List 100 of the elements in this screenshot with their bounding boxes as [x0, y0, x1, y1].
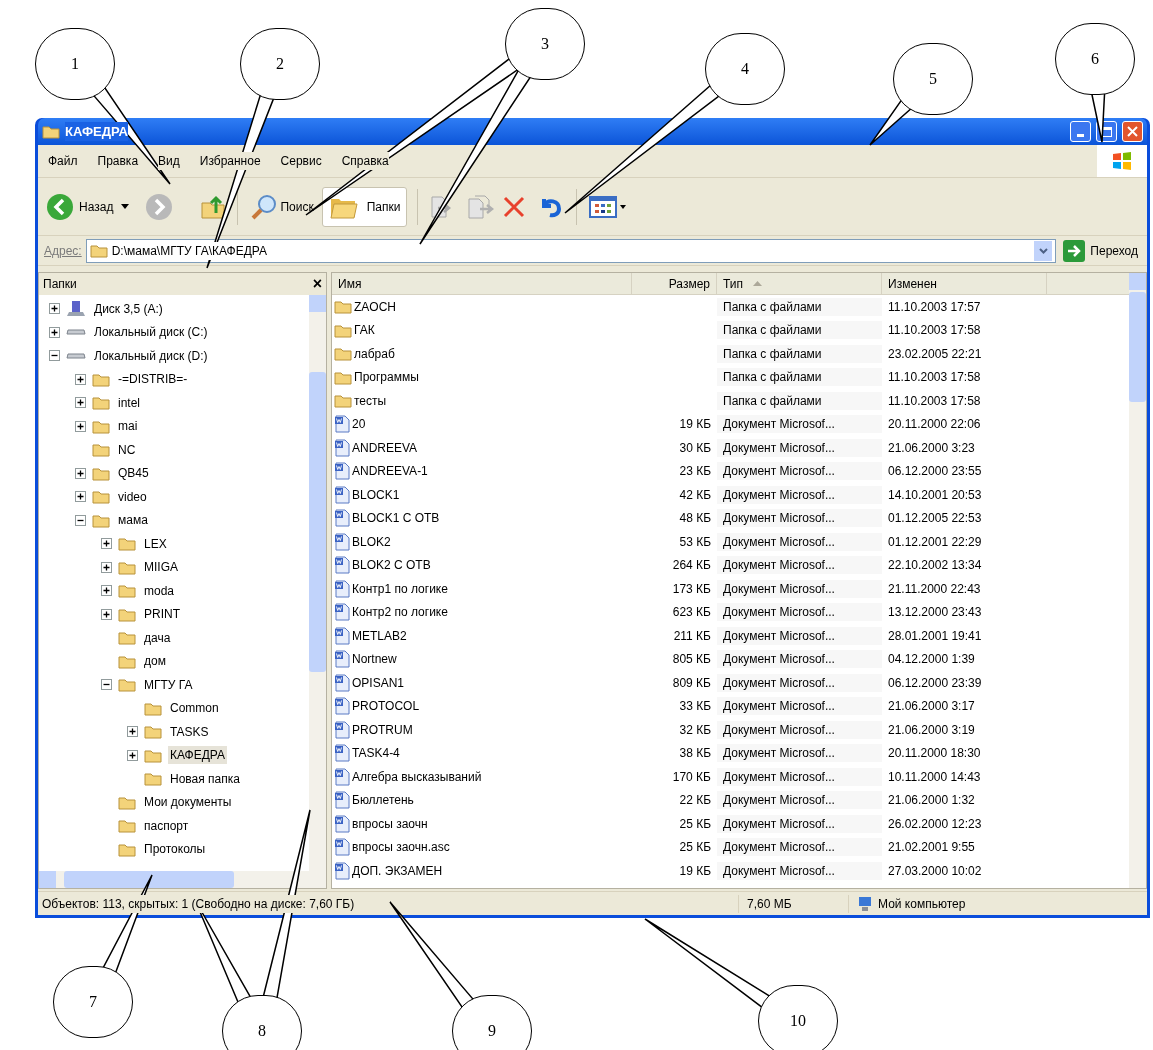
file-name[interactable]: PROTOCOL [352, 697, 420, 716]
expand-box[interactable] [75, 467, 86, 479]
tree-item[interactable]: intel [116, 393, 142, 412]
expand-box[interactable] [101, 585, 112, 597]
tree-item[interactable]: Локальный диск (C:) [92, 323, 210, 342]
column-header[interactable]: Изменен [882, 273, 1047, 294]
tree-item[interactable]: TASKS [168, 722, 211, 741]
file-name[interactable]: Контр1 по логике [352, 579, 448, 598]
file-size: 33 КБ [679, 699, 711, 714]
search-button[interactable]: Поиск [248, 186, 316, 227]
tree-item[interactable]: Мои документы [142, 793, 234, 812]
document-icon [334, 438, 350, 457]
pane-close-button[interactable]: × [312, 276, 322, 292]
file-name[interactable]: впросы заочн [352, 814, 428, 833]
tree-item[interactable]: мама [116, 511, 150, 530]
file-name[interactable]: Nortnew [352, 650, 397, 669]
column-header[interactable]: Тип [717, 273, 882, 294]
collapse-box[interactable] [49, 350, 60, 362]
tree-item[interactable]: Новая папка [168, 769, 242, 788]
file-name[interactable]: ANDREEVA-1 [352, 462, 428, 481]
close-button[interactable] [1122, 121, 1143, 142]
file-size: 22 КБ [679, 793, 711, 808]
expand-box[interactable] [127, 749, 138, 761]
expand-box[interactable] [75, 420, 86, 432]
tree-item[interactable]: PRINT [142, 605, 182, 624]
file-name[interactable]: ДОП. ЭКЗАМЕН [352, 861, 443, 880]
callout-number: 6 [1055, 23, 1135, 95]
expand-box[interactable] [49, 326, 60, 338]
file-modified: 26.02.2000 12:23 [888, 816, 982, 831]
tree-item[interactable]: паспорт [142, 816, 191, 835]
file-name[interactable]: BLOCK1 [352, 485, 400, 504]
go-button[interactable]: Переход [1060, 239, 1141, 262]
tree-item[interactable]: дом [142, 652, 168, 671]
horizontal-scrollbar[interactable] [39, 871, 326, 888]
file-name[interactable]: тесты [354, 391, 387, 410]
file-name[interactable]: METLAB2 [352, 626, 407, 645]
views-button[interactable] [589, 194, 627, 219]
collapse-box[interactable] [101, 679, 112, 691]
file-name[interactable]: лабраб [354, 344, 395, 363]
tree-item[interactable]: КАФЕДРА [168, 746, 228, 765]
file-name[interactable]: ГАК [354, 321, 375, 340]
file-name[interactable]: Программы [354, 368, 419, 387]
vertical-scrollbar[interactable] [309, 295, 326, 871]
file-name[interactable]: Алгебра высказываний [352, 767, 482, 786]
tree-item[interactable]: mai [116, 417, 140, 436]
file-name[interactable]: 20 [352, 415, 366, 434]
folders-button[interactable]: Папки [321, 186, 408, 227]
file-name[interactable]: ANDREEVA [352, 438, 418, 457]
menu-item[interactable]: Избранное [199, 152, 261, 170]
file-name[interactable]: ZAOCH [354, 297, 396, 316]
file-name[interactable]: Бюллетень [352, 791, 414, 810]
file-name[interactable]: Контр2 по логике [352, 603, 448, 622]
tree-item[interactable]: MIIGA [142, 558, 180, 577]
tree-item[interactable]: moda [142, 581, 177, 600]
expand-box[interactable] [101, 561, 112, 573]
tree-item[interactable]: Common [168, 699, 221, 718]
address-label: Адрес: [44, 242, 82, 260]
expand-box[interactable] [75, 491, 86, 503]
tree-item[interactable]: video [116, 487, 149, 506]
address-field[interactable]: D:\мама\МГТУ ГА\КАФЕДРА [85, 238, 1057, 263]
tree-item[interactable]: Диск 3,5 (A:) [92, 299, 165, 318]
tree-item[interactable]: Протоколы [142, 840, 208, 859]
file-name[interactable]: BLOK2 C OTB [352, 556, 431, 575]
expand-box[interactable] [75, 397, 86, 409]
document-icon [334, 838, 350, 857]
tree-item[interactable]: МГТУ ГА [142, 675, 195, 694]
delete-icon[interactable] [502, 194, 527, 219]
tree-item[interactable]: Локальный диск (D:) [92, 346, 210, 365]
expand-box[interactable] [101, 608, 112, 620]
address-dropdown-button[interactable] [1034, 240, 1053, 261]
file-name[interactable]: BLOK2 [352, 532, 391, 551]
folder-icon [118, 818, 136, 834]
tree-item[interactable]: QB45 [116, 464, 151, 483]
expand-box[interactable] [127, 726, 138, 738]
folder-icon [118, 583, 136, 599]
tree-item[interactable]: дача [142, 628, 173, 647]
file-modified: 21.02.2001 9:55 [888, 840, 975, 855]
dropdown-caret-icon[interactable] [121, 204, 130, 209]
minimize-button[interactable] [1070, 121, 1091, 142]
expand-box[interactable] [75, 373, 86, 385]
tree-item[interactable]: -=DISTRIB=- [116, 370, 190, 389]
back-button[interactable]: Назад [44, 186, 116, 227]
file-name[interactable]: TASK4-4 [352, 744, 400, 763]
file-modified: 10.11.2000 14:43 [888, 769, 981, 784]
collapse-box[interactable] [75, 514, 86, 526]
expand-box[interactable] [101, 538, 112, 550]
expand-box[interactable] [49, 303, 60, 315]
tree-item[interactable]: NC [116, 440, 138, 459]
tree-item[interactable]: LEX [142, 534, 169, 553]
menu-item[interactable]: Справка [341, 152, 389, 170]
folder-icon [334, 369, 352, 385]
column-header[interactable]: Имя [332, 273, 632, 294]
file-name[interactable]: OPISAN1 [352, 673, 405, 692]
file-name[interactable]: BLOCK1 C OTB [352, 509, 440, 528]
column-header[interactable]: Размер [632, 273, 717, 294]
file-name[interactable]: PROTRUM [352, 720, 413, 739]
list-scrollbar[interactable] [1129, 273, 1146, 888]
windows-logo-icon [1111, 151, 1133, 171]
file-name[interactable]: впросы заочн.asc [352, 838, 450, 857]
file-size: 211 КБ [673, 628, 711, 643]
